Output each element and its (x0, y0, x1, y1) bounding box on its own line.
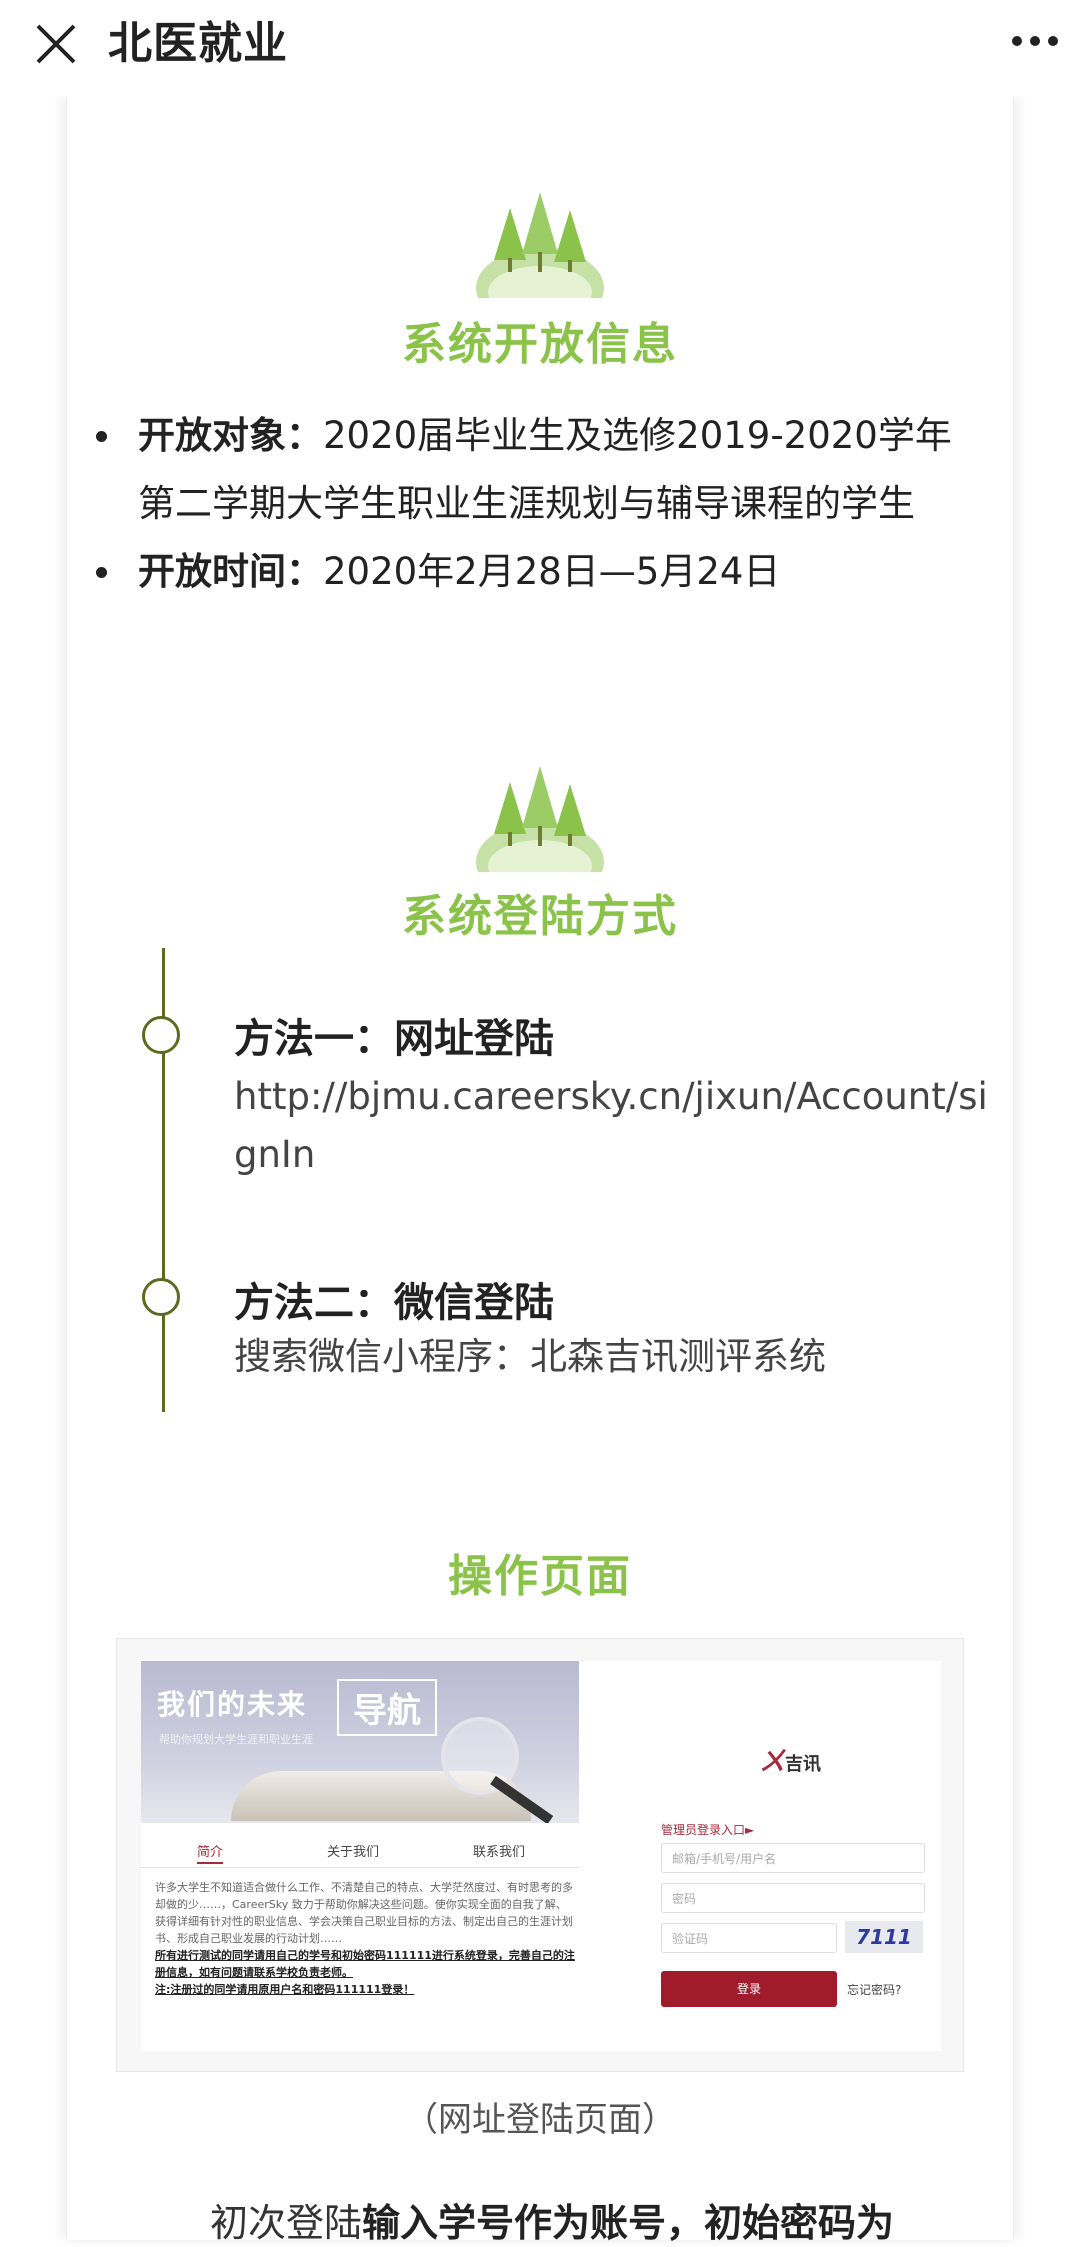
bullet-label: 开放时间： (138, 550, 323, 593)
password-field: 密码 (661, 1883, 925, 1913)
section-title-operation-page: 操作页面 (448, 1551, 632, 1602)
open-info-list: 开放对象：2020届毕业生及选修2019-2020学年第二学期大学生职业生涯规划… (96, 402, 976, 606)
jixun-logo: ㄨ吉讯 (759, 1741, 821, 1778)
intro-paragraph: 许多大学生不知道适合做什么工作、不清楚自己的特点、大学茫然度过、有时思考的多却做… (155, 1881, 573, 1945)
banner-nav-label: 导航 (337, 1679, 437, 1736)
timeline-node (142, 1278, 180, 1316)
list-item: 开放时间：2020年2月28日—5月24日 (96, 538, 976, 606)
tab-contact: 联系我们 (473, 1845, 526, 1860)
login-page-screenshot: 我们的未来 导航 帮助你规划大学生涯和职业生涯 简介 关于我们 联系我们 许多大… (116, 1638, 964, 2072)
list-item: 开放对象：2020届毕业生及选修2019-2020学年第二学期大学生职业生涯规划… (96, 402, 976, 538)
method-title: 方法一：网址登陆 (234, 1016, 554, 1062)
username-field: 邮箱/手机号/用户名 (661, 1843, 925, 1873)
intro-text: 许多大学生不知道适合做什么工作、不清楚自己的特点、大学茫然度过、有时思考的多却做… (155, 1879, 575, 1998)
intro-notice: 所有进行测试的同学请用自己的学号和初始密码111111进行系统登录，完善自己的注… (155, 1949, 575, 1979)
trees-icon (476, 766, 604, 872)
intro-tabs: 简介 关于我们 联系我们 (141, 1837, 579, 1868)
banner-title: 我们的未来 (157, 1688, 308, 1721)
login-url-link[interactable]: http://bjmu.careersky.cn/jixun/Account/s… (234, 1068, 994, 1184)
logo-text: 吉讯 (785, 1754, 822, 1775)
more-icon[interactable] (1010, 34, 1060, 48)
tab-intro: 简介 (197, 1841, 224, 1864)
screenshot-caption: （网址登陆页面） (404, 2100, 676, 2140)
bullet-dot (96, 567, 107, 578)
intro-note: 注:注册过的同学请用原用户名和密码111111登录！ (155, 1983, 415, 1996)
captcha-image: 7111 (845, 1921, 923, 1953)
section-title-login-methods: 系统登陆方式 (402, 891, 678, 942)
admin-login-link: 管理员登录入口► (661, 1823, 755, 1837)
section-title-open-info: 系统开放信息 (402, 319, 678, 370)
trees-icon (476, 192, 604, 298)
first-login-instruction: 初次登陆输入学号作为账号，初始密码为 (210, 2192, 894, 2247)
method-text: 搜索微信小程序：北森吉讯测评系统 (234, 1335, 826, 1378)
forgot-password-link: 忘记密码? (847, 1983, 902, 1997)
bullet-text: 2020年2月28日—5月24日 (323, 550, 781, 593)
screenshot-inner: 我们的未来 导航 帮助你规划大学生涯和职业生涯 简介 关于我们 联系我们 许多大… (141, 1661, 941, 2051)
bullet-dot (96, 431, 107, 442)
close-icon[interactable] (34, 22, 78, 66)
captcha-field: 验证码 (661, 1923, 837, 1953)
top-bar: 北医就业 (0, 0, 1080, 96)
method-title: 方法二：微信登陆 (234, 1280, 554, 1326)
app-title: 北医就业 (108, 18, 288, 69)
logo-mark: ㄨ (759, 1747, 786, 1777)
timeline-node (142, 1016, 180, 1054)
bullet-label: 开放对象： (138, 414, 323, 457)
banner-image: 我们的未来 导航 帮助你规划大学生涯和职业生涯 (141, 1661, 579, 1823)
login-button: 登录 (661, 1971, 837, 2007)
tab-about: 关于我们 (327, 1845, 380, 1860)
instruction-normal: 初次登陆 (210, 2201, 363, 2245)
instruction-bold: 输入学号作为账号，初始密码为 (362, 2201, 895, 2245)
banner-subtitle: 帮助你规划大学生涯和职业生涯 (159, 1733, 313, 1746)
